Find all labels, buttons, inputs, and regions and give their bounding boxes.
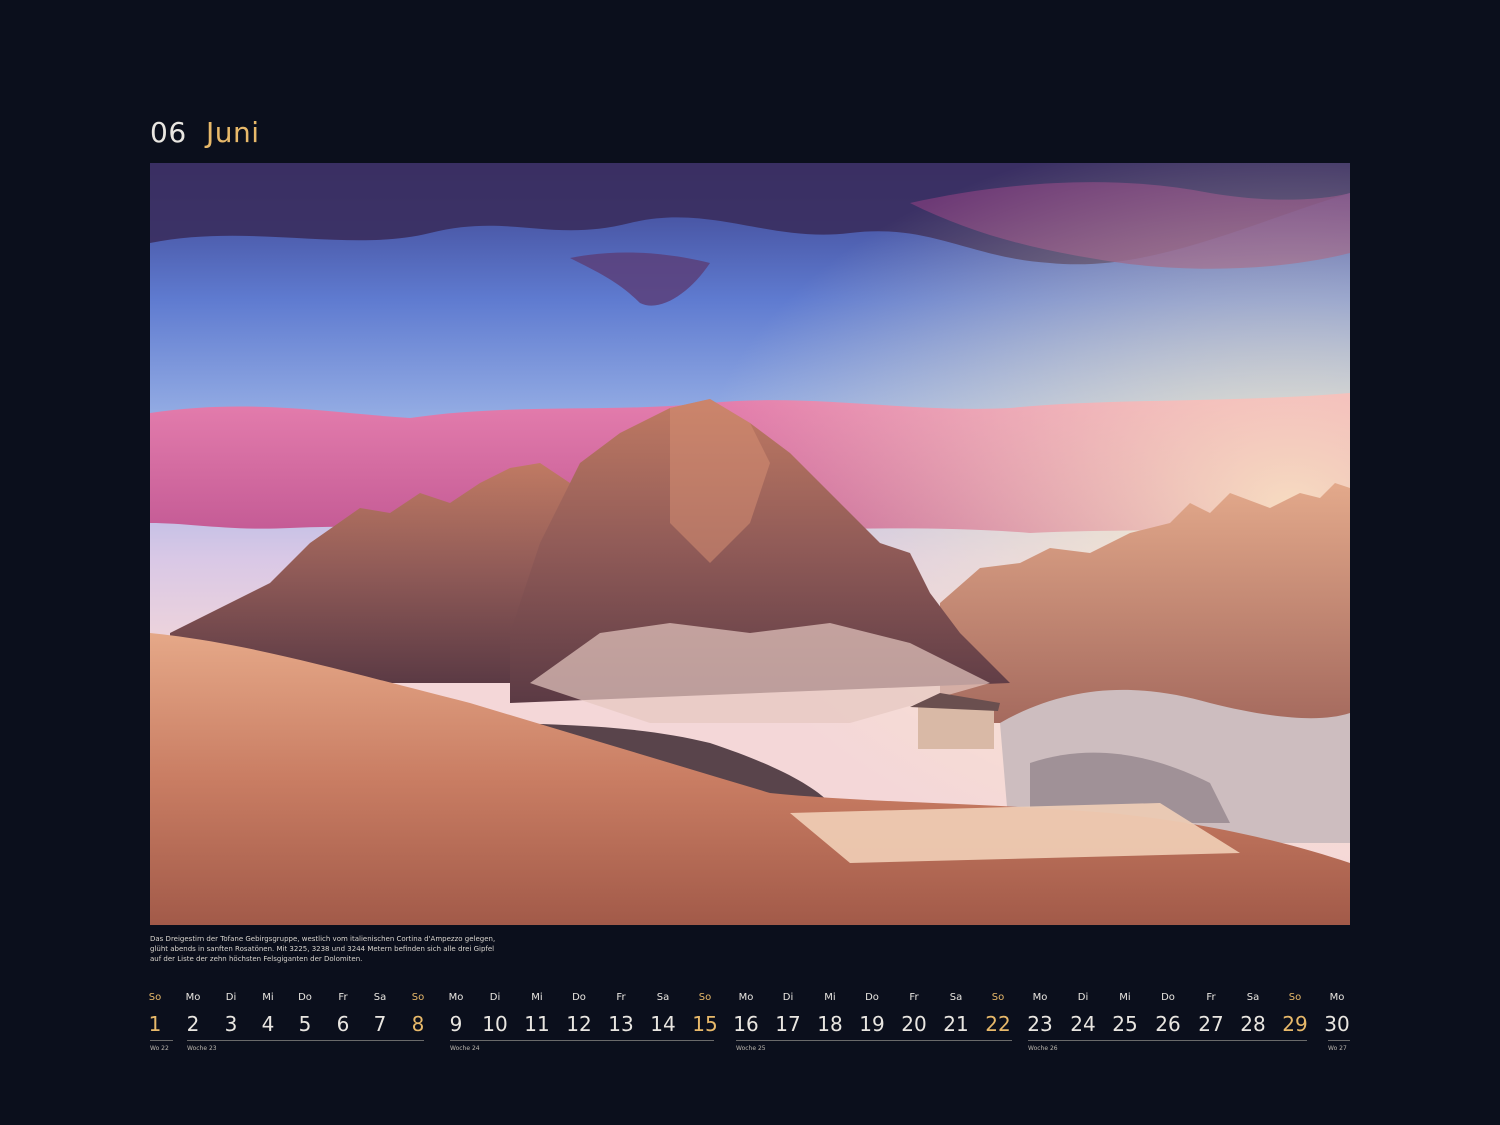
weekday-label: Mo [1329,992,1345,1003]
date-number: 22 [985,1012,1011,1036]
date-number: 7 [373,1012,387,1036]
weekday-label: So [411,992,425,1003]
mountain-illustration [150,163,1350,925]
weekday-label: Mi [262,992,274,1003]
weekday-label: Fr [338,992,348,1003]
month-title: 06 Juni [150,116,260,149]
date-number: 30 [1324,1012,1350,1036]
date-number: 9 [449,1012,463,1036]
week-underline [736,1040,1012,1041]
week-label: Woche 24 [450,1045,480,1052]
weekday-label: Fr [1206,992,1216,1003]
weekday-label: Fr [616,992,626,1003]
date-number: 11 [524,1012,550,1036]
date-number: 19 [859,1012,885,1036]
weekday-label: Sa [656,992,670,1003]
weekday-label: Mo [738,992,754,1003]
week-label: Wo 27 [1328,1045,1347,1052]
weekday-label: Mi [1119,992,1131,1003]
week-label: Woche 23 [187,1045,217,1052]
weekday-label: Sa [373,992,387,1003]
weekday-label: Mo [448,992,464,1003]
week-underline [1328,1040,1350,1041]
date-number: 3 [224,1012,238,1036]
month-name: Juni [206,116,260,149]
week-label: Wo 22 [150,1045,169,1052]
weekday-label: Di [225,992,237,1003]
date-number: 15 [692,1012,718,1036]
week-label: Woche 25 [736,1045,766,1052]
date-number: 29 [1282,1012,1308,1036]
weekday-label: Di [1077,992,1089,1003]
date-number: 8 [411,1012,425,1036]
week-underline [1028,1040,1307,1041]
date-number: 10 [482,1012,508,1036]
weekday-label: So [698,992,712,1003]
week-underline [150,1040,173,1041]
date-number: 18 [817,1012,843,1036]
weekday-label: So [1288,992,1302,1003]
date-number: 26 [1155,1012,1181,1036]
weekday-label: Do [298,992,312,1003]
date-number: 23 [1027,1012,1053,1036]
month-number: 06 [150,116,187,149]
date-number: 2 [186,1012,200,1036]
weekday-label: Mi [824,992,836,1003]
date-number: 4 [261,1012,275,1036]
weekday-label: Sa [949,992,963,1003]
weekday-label: Sa [1246,992,1260,1003]
date-number: 27 [1198,1012,1224,1036]
photo-caption: Das Dreigestirn der Tofane Gebirgsgruppe… [150,934,570,964]
weekday-label: Mo [185,992,201,1003]
weekday-label: Do [572,992,586,1003]
date-number: 25 [1112,1012,1138,1036]
caption-line: auf der Liste der zehn höchsten Felsgiga… [150,955,363,963]
caption-line: glüht abends in sanften Rosatönen. Mit 3… [150,945,495,953]
date-number: 24 [1070,1012,1096,1036]
weekday-label: Do [865,992,879,1003]
weekday-label: Fr [909,992,919,1003]
date-number: 28 [1240,1012,1266,1036]
weekday-label: Mi [531,992,543,1003]
date-number: 5 [298,1012,312,1036]
date-number: 6 [336,1012,350,1036]
landscape-photo [150,163,1350,925]
caption-line: Das Dreigestirn der Tofane Gebirgsgruppe… [150,935,496,943]
weekday-label: Di [782,992,794,1003]
week-underline [187,1040,424,1041]
weekday-label: So [991,992,1005,1003]
week-underline [450,1040,714,1041]
date-number: 21 [943,1012,969,1036]
weekday-label: Do [1161,992,1175,1003]
date-number: 12 [566,1012,592,1036]
weekday-label: Mo [1032,992,1048,1003]
week-label: Woche 26 [1028,1045,1058,1052]
date-number: 16 [733,1012,759,1036]
date-number: 17 [775,1012,801,1036]
weekday-label: Di [489,992,501,1003]
date-number: 13 [608,1012,634,1036]
date-number: 1 [148,1012,162,1036]
date-number: 20 [901,1012,927,1036]
weekday-label: So [148,992,162,1003]
date-number: 14 [650,1012,676,1036]
